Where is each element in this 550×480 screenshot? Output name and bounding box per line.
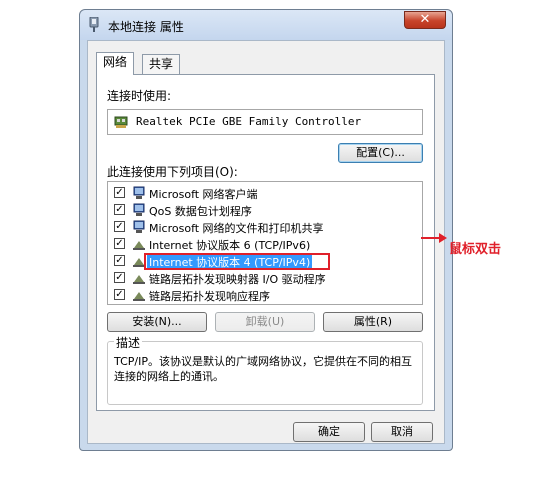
protocol-icon (133, 275, 145, 284)
double-click-annotation: 鼠标双击 (449, 242, 502, 257)
list-item-ipv4[interactable]: ✓ Internet 协议版本 4 (TCP/IPv4) (108, 253, 422, 270)
configure-button[interactable]: 配置(C)... (338, 143, 423, 163)
file-share-icon (133, 220, 145, 233)
checkbox[interactable]: ✓ (114, 272, 125, 283)
description-text: TCP/IP。该协议是默认的广域网络协议，它提供在不同的相互连接的网络上的通讯。 (114, 355, 412, 383)
network-client-icon (133, 186, 145, 199)
dialog-client-area: 网络 共享 连接时使用: Realtek PCIe GBE Family Con… (87, 40, 445, 444)
uninstall-button[interactable]: 卸载(U) (215, 312, 315, 332)
checkbox[interactable]: ✓ (114, 238, 125, 249)
description-legend: 描述 (114, 334, 143, 351)
connect-using-label: 连接时使用: (107, 89, 172, 103)
item-label: 链路层拓扑发现响应程序 (149, 290, 270, 303)
close-button[interactable]: ✕ (404, 11, 446, 29)
item-label: Internet 协议版本 6 (TCP/IPv6) (149, 239, 311, 252)
title-bar[interactable]: 本地连接 属性 ✕ (80, 10, 452, 40)
checkbox[interactable]: ✓ (114, 187, 125, 198)
checkbox[interactable]: ✓ (114, 255, 125, 266)
highlight-frame (144, 253, 330, 270)
network-tab-panel: 连接时使用: Realtek PCIe GBE Family Controlle… (96, 74, 435, 411)
adapter-name: Realtek PCIe GBE Family Controller (136, 115, 362, 128)
list-item-lltd-responder[interactable]: ✓ 链路层拓扑发现响应程序 (108, 287, 422, 304)
window-title: 本地连接 属性 (108, 20, 184, 34)
network-adapter-icon (89, 17, 99, 32)
items-list: ✓ Microsoft 网络客户端 ✓ QoS 数据包计划程序 ✓ Micros… (107, 181, 423, 305)
list-item-qos[interactable]: ✓ QoS 数据包计划程序 (108, 202, 422, 219)
items-label: 此连接使用下列项目(O): (107, 165, 238, 179)
list-item-ms-client[interactable]: ✓ Microsoft 网络客户端 (108, 185, 422, 202)
install-button[interactable]: 安装(N)... (107, 312, 207, 332)
list-item-ipv6[interactable]: ✓ Internet 协议版本 6 (TCP/IPv6) (108, 236, 422, 253)
list-item-lltd-mapper[interactable]: ✓ 链路层拓扑发现映射器 I/O 驱动程序 (108, 270, 422, 287)
description-group: 描述 TCP/IP。该协议是默认的广域网络协议，它提供在不同的相互连接的网络上的… (107, 334, 423, 405)
tab-sharing[interactable]: 共享 (142, 54, 181, 74)
checkbox[interactable]: ✓ (114, 204, 125, 215)
checkbox[interactable]: ✓ (114, 289, 125, 300)
cancel-button[interactable]: 取消 (371, 422, 433, 442)
item-label: 链路层拓扑发现映射器 I/O 驱动程序 (149, 273, 326, 286)
properties-dialog: 本地连接 属性 ✕ 网络 共享 连接时使用: Realtek PCIe GBE … (79, 9, 453, 451)
list-item-file-sharing[interactable]: ✓ Microsoft 网络的文件和打印机共享 (108, 219, 422, 236)
tab-network[interactable]: 网络 (96, 52, 135, 75)
properties-button[interactable]: 属性(R) (323, 312, 423, 332)
adapter-field: Realtek PCIe GBE Family Controller (107, 109, 423, 135)
qos-icon (133, 203, 145, 216)
item-label: Microsoft 网络的文件和打印机共享 (149, 222, 324, 235)
item-label: Microsoft 网络客户端 (149, 188, 258, 201)
item-label: QoS 数据包计划程序 (149, 205, 252, 218)
protocol-icon (133, 292, 145, 301)
protocol-icon (133, 241, 145, 250)
ok-button[interactable]: 确定 (293, 422, 365, 442)
network-card-icon (114, 116, 128, 128)
arrow-icon (421, 233, 447, 243)
checkbox[interactable]: ✓ (114, 221, 125, 232)
